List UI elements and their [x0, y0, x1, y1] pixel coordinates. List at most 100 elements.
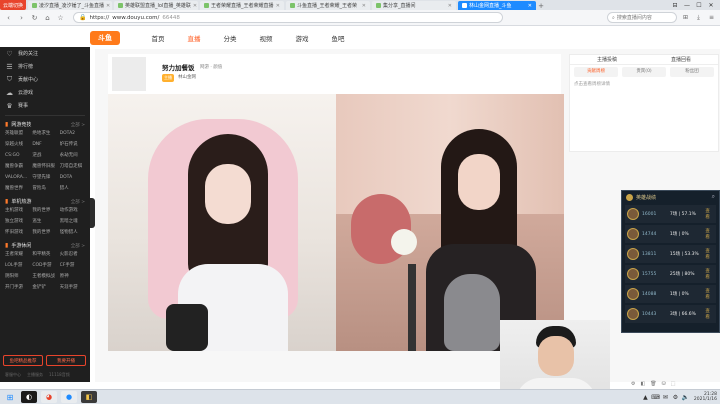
stat-row[interactable]: 13811 15场 | 53.3% 查看	[625, 245, 716, 263]
window-icon[interactable]: ⬚	[671, 381, 676, 387]
footer-link[interactable]: 客服中心	[5, 372, 21, 378]
category-link[interactable]: 动作游戏	[60, 207, 85, 215]
stat-detail-link[interactable]: 查看	[705, 288, 714, 300]
stat-row[interactable]: 15755 25场 | 80% 查看	[625, 265, 716, 283]
taskbar-app-game[interactable]: ◧	[81, 391, 97, 403]
recommend-button[interactable]: 鱼吧精品推荐	[3, 355, 43, 366]
sidebar-item-contribution[interactable]: ⛉ 贡献中心	[0, 73, 90, 86]
download-icon[interactable]: ⤓	[694, 13, 703, 22]
category-link[interactable]: 火影忍者	[60, 251, 85, 259]
section-more-link[interactable]: 全部 >	[71, 199, 85, 205]
section-more-link[interactable]: 全部 >	[71, 122, 85, 128]
browser-tab[interactable]: 英雄联盟直播_lol直播_英雄联 ✕	[114, 1, 198, 10]
browser-tab[interactable]: 王者荣耀直播_王者荣耀直播 ✕	[200, 1, 284, 10]
category-link[interactable]: 魔兽世界	[5, 185, 30, 193]
start-menu-icon[interactable]: ⊞	[3, 391, 17, 403]
extensions-icon[interactable]: ⊞	[681, 13, 690, 22]
category-link[interactable]: 怪物猎人	[60, 229, 85, 237]
stat-row[interactable]: 14088 1场 | 0% 查看	[625, 285, 716, 303]
nav-fishbar[interactable]: 鱼吧	[320, 33, 356, 43]
category-link[interactable]: DOTA2	[60, 130, 85, 138]
room-avatar[interactable]	[112, 57, 146, 91]
category-link[interactable]: 阴阳师	[5, 273, 30, 281]
sidebar-item-cloud-game[interactable]: ☁ 云游戏	[0, 86, 90, 99]
maximize-icon[interactable]: ☐	[694, 1, 704, 9]
tab-weekly-rank[interactable]: 贡献周榜	[574, 67, 618, 77]
category-link[interactable]: 怀旧游戏	[5, 229, 30, 237]
tab-close-icon[interactable]: ✕	[193, 3, 197, 9]
category-link[interactable]: 逃生	[32, 218, 57, 226]
room-owner[interactable]: 林山金网	[178, 74, 196, 80]
rank-note[interactable]: 点击查看周榜详情	[570, 77, 718, 91]
browser-tab[interactable]: 斗鱼直播_王者荣耀_王者荣 ✕	[286, 1, 370, 10]
start-broadcast-button[interactable]: 我要开播	[46, 355, 86, 366]
close-window-icon[interactable]: ✕	[706, 1, 716, 9]
tab-fan-club[interactable]: 粉丝团	[670, 67, 714, 77]
stat-row[interactable]: 14744 1场 | 0% 查看	[625, 225, 716, 243]
browser-tab[interactable]: 凌汐直播_凌汐锤了_斗鱼直播 ✕	[28, 1, 112, 10]
category-link[interactable]: 黑暗之魂	[60, 218, 85, 226]
stat-detail-link[interactable]: 查看	[705, 268, 714, 280]
tab-close-icon[interactable]: ✕	[528, 3, 532, 9]
mail-icon[interactable]: ✉	[662, 394, 669, 401]
category-link[interactable]: 和平精英	[32, 251, 57, 259]
stat-row[interactable]: 16001 7场 | 57.1% 查看	[625, 205, 716, 223]
category-link[interactable]: VALORA…	[5, 174, 30, 182]
tab-close-icon[interactable]: ✕	[106, 3, 110, 9]
category-link[interactable]: 金铲铲	[32, 284, 57, 292]
browser-tab[interactable]: 集分享_直播间 ✕	[372, 1, 456, 10]
tab-close-icon[interactable]: ✕	[276, 3, 280, 9]
category-link[interactable]: 我的世界	[32, 207, 57, 215]
category-link[interactable]: 守望先锋	[32, 174, 57, 182]
stat-row[interactable]: 10443 3场 | 66.6% 查看	[625, 305, 716, 323]
trash-icon[interactable]: 🗑	[650, 381, 656, 387]
stat-detail-link[interactable]: 查看	[705, 248, 714, 260]
stat-detail-link[interactable]: 查看	[705, 308, 714, 320]
room-category[interactable]: 网游 · 颜值	[200, 64, 222, 70]
category-link[interactable]: 魔兽怀旧服	[32, 163, 57, 171]
settings-icon[interactable]: ⚙	[672, 394, 679, 401]
category-link[interactable]: 炉石传说	[60, 141, 85, 149]
new-tab-button[interactable]: +	[536, 1, 546, 10]
category-link[interactable]: CF手游	[60, 262, 85, 270]
tab-anchor-posts[interactable]: 主播投稿	[570, 55, 644, 64]
douyu-logo[interactable]: 斗鱼	[90, 31, 120, 45]
stat-detail-link[interactable]: 查看	[705, 228, 714, 240]
url-field[interactable]: 🔒 https://www.douyu.com/66448	[73, 12, 503, 23]
nav-category[interactable]: 分类	[212, 33, 248, 43]
category-link[interactable]: 天涯手游	[60, 284, 85, 292]
category-link[interactable]: LOL手游	[5, 262, 30, 270]
tray-expand-icon[interactable]: ▲	[642, 394, 649, 401]
tab-vip[interactable]: 贵宾(0)	[622, 67, 666, 77]
taskbar-app-obs[interactable]: ◐	[21, 391, 37, 403]
minimize-icon[interactable]: —	[682, 1, 692, 9]
category-link[interactable]: 王者荣耀	[5, 251, 30, 259]
category-link[interactable]: 刀塔自走棋	[60, 163, 85, 171]
tab-close-icon[interactable]: ✕	[448, 3, 452, 9]
category-link[interactable]: 猎人	[60, 185, 85, 193]
browser-tab-active[interactable]: 林山金网直播_斗鱼 ✕	[458, 1, 536, 10]
volume-icon[interactable]: 🔈	[682, 394, 689, 401]
category-link[interactable]: DOTA	[60, 174, 85, 182]
sidebar-item-esports[interactable]: ♛ 赛事	[0, 99, 90, 112]
nav-live[interactable]: 直播	[176, 33, 212, 43]
category-link[interactable]: COD手游	[32, 262, 57, 270]
category-link[interactable]: 主机游戏	[5, 207, 30, 215]
taskbar-app-chrome[interactable]: ●	[61, 391, 77, 403]
footer-link[interactable]: 11118音频	[49, 372, 70, 378]
category-link[interactable]: 逆战	[32, 152, 57, 160]
category-link[interactable]: 我的世界	[32, 229, 57, 237]
category-link[interactable]: DNF	[32, 141, 57, 149]
category-link[interactable]: 绝地求生	[32, 130, 57, 138]
bookmark-star-icon[interactable]: ☆	[56, 13, 65, 22]
tab-replays[interactable]: 直播回看	[644, 55, 718, 64]
category-link[interactable]: 穿越火线	[5, 141, 30, 149]
forward-icon[interactable]: ›	[17, 13, 26, 22]
category-link[interactable]: 魔兽争霸	[5, 163, 30, 171]
section-more-link[interactable]: 全部 >	[71, 243, 85, 249]
tab-close-icon[interactable]: ✕	[362, 3, 366, 9]
nav-video[interactable]: 视频	[248, 33, 284, 43]
category-link[interactable]: 原神	[60, 273, 85, 281]
browser-logo[interactable]: 云端切换	[0, 0, 26, 10]
reload-icon[interactable]: ↻	[30, 13, 39, 22]
